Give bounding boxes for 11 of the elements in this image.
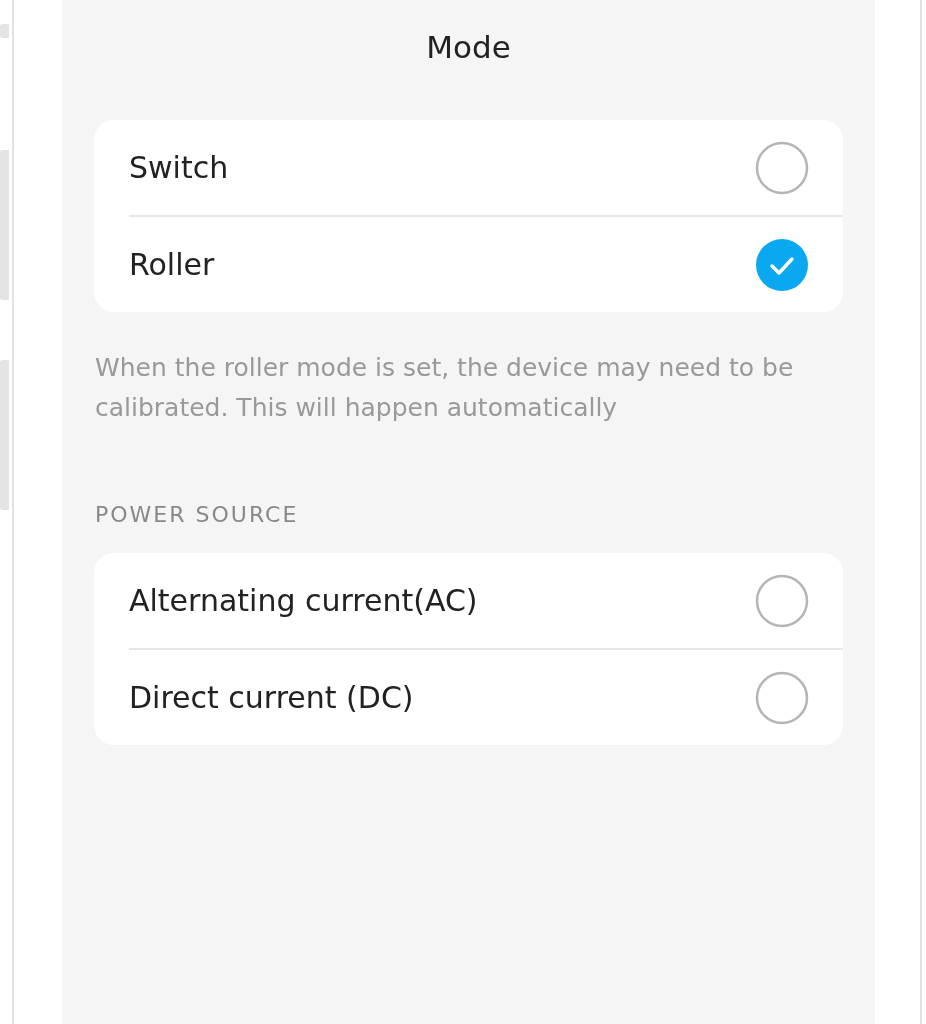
- option-label[interactable]: Alternating current(AC): [129, 578, 755, 623]
- page-title: Mode: [425, 28, 512, 67]
- radio-checked-icon[interactable]: [755, 237, 809, 292]
- radio-empty-icon[interactable]: [755, 670, 809, 725]
- mode-note: When the roller mode is set, the device may need to be calibrated. This will happen automatically: [95, 352, 795, 424]
- radio-empty-icon[interactable]: [755, 573, 809, 628]
- section-heading: POWER SOURCE: [95, 501, 300, 529]
- option-label[interactable]: Switch: [129, 145, 755, 190]
- option-label[interactable]: Direct current (DC): [129, 675, 755, 720]
- option-label[interactable]: Roller: [129, 242, 755, 287]
- radio-empty-icon[interactable]: [755, 140, 809, 195]
